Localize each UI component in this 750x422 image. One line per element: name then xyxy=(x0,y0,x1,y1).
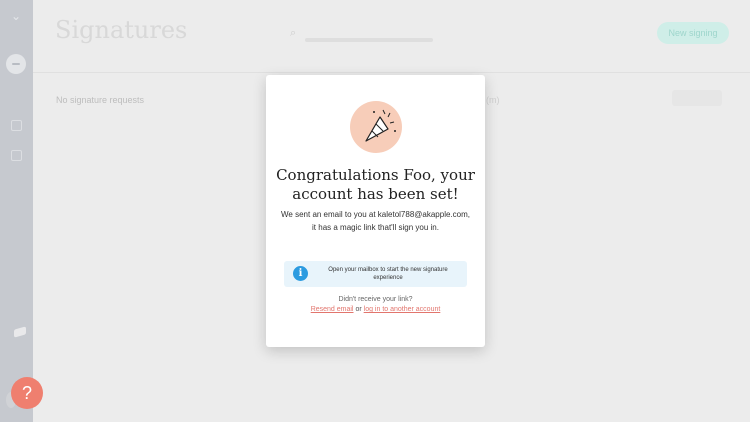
modal-title: Congratulations Foo, your account has be… xyxy=(276,166,475,203)
info-icon: i xyxy=(293,266,308,281)
resend-email-link[interactable]: Resend email xyxy=(311,306,354,313)
or-text: or xyxy=(355,306,362,313)
logo-icon[interactable]: ⌄ xyxy=(8,8,24,24)
modal-body-text: We sent an email to you at kaletol788@ak… xyxy=(281,210,470,232)
links-row: Resend email or log in to another accoun… xyxy=(266,306,485,313)
ghost-text: (m) xyxy=(486,95,500,105)
welcome-modal: Congratulations Foo, your account has be… xyxy=(266,75,485,347)
search-icon[interactable]: ⌕ xyxy=(290,27,296,40)
flag-icon[interactable] xyxy=(14,326,26,338)
help-button[interactable]: ? xyxy=(11,377,43,409)
info-text: Open your mailbox to start the new signa… xyxy=(328,267,448,281)
filter-control[interactable] xyxy=(672,90,722,106)
info-banner: i Open your mailbox to start the new sig… xyxy=(284,261,467,287)
avatar[interactable] xyxy=(6,54,26,74)
documents-icon[interactable] xyxy=(11,120,22,131)
empty-state-text: No signature requests xyxy=(56,95,145,105)
search-input[interactable] xyxy=(305,38,433,42)
new-signing-button[interactable]: New signing xyxy=(657,22,729,44)
sidebar: ⌄ xyxy=(0,0,33,422)
page-title: Signatures xyxy=(55,16,188,44)
party-popper-icon xyxy=(350,101,402,153)
login-another-account-link[interactable]: log in to another account xyxy=(364,306,441,313)
templates-icon[interactable] xyxy=(11,150,22,161)
didnt-receive-text: Didn't receive your link? xyxy=(338,296,413,303)
